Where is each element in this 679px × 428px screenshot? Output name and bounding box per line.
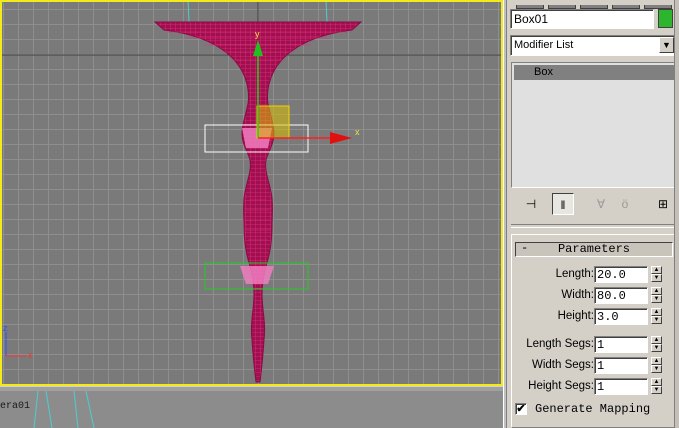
param-label: Width: bbox=[561, 289, 594, 301]
make-unique-icon[interactable]: ∀ bbox=[590, 193, 612, 215]
camera-line bbox=[187, 0, 190, 23]
viewport-label[interactable]: era01 bbox=[0, 401, 30, 412]
modifier-stack-item[interactable]: Box bbox=[514, 65, 674, 80]
width-segs-spinner[interactable]: ▲ ▼ bbox=[651, 357, 662, 374]
panel-scroll-edge[interactable] bbox=[674, 0, 679, 428]
length-spinner[interactable]: ▲ ▼ bbox=[651, 266, 662, 283]
param-row-width-segs: Width Segs: 1 ▲ ▼ bbox=[512, 357, 678, 375]
gizmo-x-arrow[interactable] bbox=[330, 132, 352, 144]
parameters-title: Parameters bbox=[557, 242, 630, 256]
axis-tripod: z x bbox=[3, 323, 33, 360]
height-segs-spinner[interactable]: ▲ ▼ bbox=[651, 378, 662, 395]
viewport-scene: y x z x bbox=[0, 0, 503, 383]
width-field[interactable]: 80.0 bbox=[594, 287, 648, 304]
object-name-field[interactable]: Box01 bbox=[510, 9, 654, 29]
camera-line bbox=[73, 391, 79, 428]
camera-viewport-scene bbox=[33, 391, 95, 428]
axis-z-label: z bbox=[3, 323, 8, 333]
axis-x-label: x bbox=[28, 350, 33, 360]
gizmo-y-label: y bbox=[255, 29, 260, 39]
height-segs-field[interactable]: 1 bbox=[594, 378, 648, 395]
length-segs-field[interactable]: 1 bbox=[594, 336, 648, 353]
parameters-rollout-header[interactable]: - Parameters bbox=[515, 242, 673, 257]
object-color-swatch[interactable] bbox=[658, 9, 673, 28]
remove-modifier-icon[interactable]: ö bbox=[614, 193, 636, 215]
perspective-viewport[interactable]: y x z x bbox=[0, 0, 503, 386]
width-spinner[interactable]: ▲ ▼ bbox=[651, 287, 662, 304]
modifier-list-value: Modifier List bbox=[514, 39, 574, 51]
param-label: Length Segs: bbox=[526, 338, 594, 350]
param-row-height: Height: 3.0 ▲ ▼ bbox=[512, 308, 678, 326]
modifier-list-dropdown[interactable]: Modifier List ▼ bbox=[510, 35, 676, 56]
parameters-rollout: - Parameters Length: 20.0 ▲ ▼ Width: 80.0… bbox=[511, 234, 677, 428]
panel-divider bbox=[511, 224, 677, 228]
length-segs-spinner[interactable]: ▲ ▼ bbox=[651, 336, 662, 353]
height-field[interactable]: 3.0 bbox=[594, 308, 648, 325]
command-panel: Box01 Modifier List ▼ Box ⊣ ‖ ∀ ö ⊞ - Pa… bbox=[507, 0, 679, 428]
param-row-width: Width: 80.0 ▲ ▼ bbox=[512, 287, 678, 305]
width-segs-field[interactable]: 1 bbox=[594, 357, 648, 374]
generate-mapping-label: Generate Mapping bbox=[535, 402, 651, 416]
length-field[interactable]: 20.0 bbox=[594, 266, 648, 283]
param-row-length: Length: 20.0 ▲ ▼ bbox=[512, 266, 678, 284]
pin-stack-icon[interactable]: ⊣ bbox=[520, 193, 542, 215]
camera-line bbox=[33, 391, 39, 428]
param-label: Height Segs: bbox=[528, 380, 594, 392]
generate-mapping-checkbox[interactable]: ✔ bbox=[515, 403, 527, 415]
modifier-stack[interactable]: Box bbox=[511, 62, 677, 188]
camera-viewport[interactable]: era01 bbox=[0, 391, 503, 428]
camera-line bbox=[325, 0, 328, 23]
param-row-height-segs: Height Segs: 1 ▲ ▼ bbox=[512, 378, 678, 396]
height-spinner[interactable]: ▲ ▼ bbox=[651, 308, 662, 325]
camera-line bbox=[85, 391, 95, 428]
param-label: Width Segs: bbox=[532, 359, 594, 371]
param-label: Length: bbox=[555, 268, 594, 280]
command-panel-tabs[interactable] bbox=[516, 0, 676, 9]
camera-line bbox=[45, 391, 53, 428]
selected-faces-lower bbox=[240, 266, 274, 284]
param-row-length-segs: Length Segs: 1 ▲ ▼ bbox=[512, 336, 678, 354]
chevron-down-icon[interactable]: ▼ bbox=[659, 37, 674, 53]
gizmo-x-label: x bbox=[355, 127, 360, 137]
param-label: Height: bbox=[557, 310, 594, 322]
modifier-stack-toolbar: ⊣ ‖ ∀ ö ⊞ bbox=[512, 193, 677, 217]
gizmo-xy-plane-handle[interactable] bbox=[256, 105, 290, 139]
lower-viewport[interactable]: era01 bbox=[0, 387, 503, 428]
configure-modifier-sets-icon[interactable]: ⊞ bbox=[652, 193, 674, 215]
show-end-result-icon[interactable]: ‖ bbox=[552, 193, 574, 215]
